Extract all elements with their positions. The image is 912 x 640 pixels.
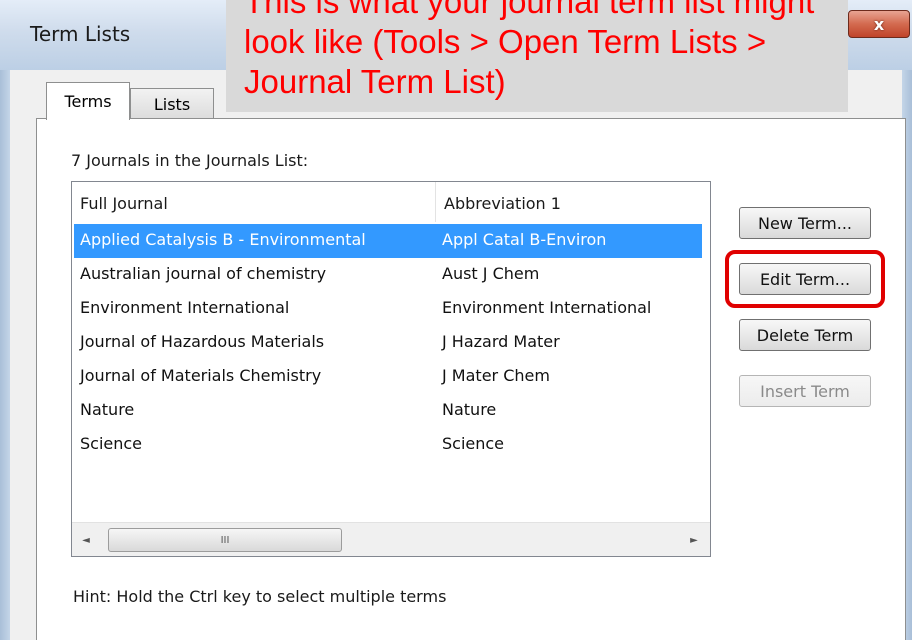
insert-term-button[interactable]: Insert Term <box>739 375 871 407</box>
cell-full-journal: Nature <box>80 400 135 419</box>
list-row[interactable]: Australian journal of chemistry Aust J C… <box>72 258 710 292</box>
horizontal-scrollbar[interactable]: ◄ III ► <box>72 522 710 556</box>
list-row-selected[interactable]: Applied Catalysis B - Environmental Appl… <box>74 224 702 258</box>
cell-full-journal: Journal of Hazardous Materials <box>80 332 325 351</box>
journal-count-label: 7 Journals in the Journals List: <box>71 151 309 170</box>
grip-icon: III <box>220 534 230 546</box>
column-header-full-journal[interactable]: Full Journal <box>80 182 436 222</box>
tab-lists[interactable]: Lists <box>130 88 214 119</box>
list-row[interactable]: Science Science <box>72 428 710 462</box>
close-button[interactable]: x <box>848 10 910 38</box>
window-title: Term Lists <box>30 22 131 46</box>
column-header-abbreviation[interactable]: Abbreviation 1 <box>438 182 710 222</box>
cell-abbreviation: Science <box>442 434 505 453</box>
list-row[interactable]: Nature Nature <box>72 394 710 428</box>
cell-abbreviation: Appl Catal B-Environ <box>442 230 607 249</box>
cell-full-journal: Environment International <box>80 298 290 317</box>
tab-terms[interactable]: Terms <box>46 82 130 120</box>
edit-term-highlight <box>725 250 885 308</box>
cell-abbreviation: J Hazard Mater <box>442 332 560 351</box>
cell-abbreviation: Environment International <box>442 298 652 317</box>
close-icon: x <box>873 14 885 34</box>
list-row[interactable]: Journal of Materials Chemistry J Mater C… <box>72 360 710 394</box>
new-term-button[interactable]: New Term... <box>739 207 871 239</box>
cell-abbreviation: Nature <box>442 400 497 419</box>
list-header: Full Journal Abbreviation 1 <box>72 182 710 222</box>
window-frame-left <box>0 70 10 640</box>
scroll-right-arrow-icon[interactable]: ► <box>684 529 704 551</box>
cell-abbreviation: Aust J Chem <box>442 264 540 283</box>
list-row[interactable]: Environment International Environment In… <box>72 292 710 326</box>
cell-full-journal: Applied Catalysis B - Environmental <box>80 230 366 249</box>
scroll-thumb[interactable]: III <box>108 528 342 552</box>
list-rows: Applied Catalysis B - Environmental Appl… <box>72 224 710 462</box>
dialog-body: Terms Lists 7 Journals in the Journals L… <box>10 70 906 640</box>
delete-term-button[interactable]: Delete Term <box>739 319 871 351</box>
cell-full-journal: Journal of Materials Chemistry <box>80 366 322 385</box>
list-row[interactable]: Journal of Hazardous Materials J Hazard … <box>72 326 710 360</box>
journal-list[interactable]: Full Journal Abbreviation 1 Applied Cata… <box>71 181 711 557</box>
cell-abbreviation: J Mater Chem <box>442 366 550 385</box>
instruction-callout: This is what your journal term list migh… <box>226 0 848 112</box>
cell-full-journal: Science <box>80 434 143 453</box>
terms-tab-page: 7 Journals in the Journals List: Full Jo… <box>36 118 906 640</box>
hint-text: Hint: Hold the Ctrl key to select multip… <box>73 587 447 606</box>
cell-full-journal: Australian journal of chemistry <box>80 264 327 283</box>
scroll-left-arrow-icon[interactable]: ◄ <box>76 529 96 551</box>
